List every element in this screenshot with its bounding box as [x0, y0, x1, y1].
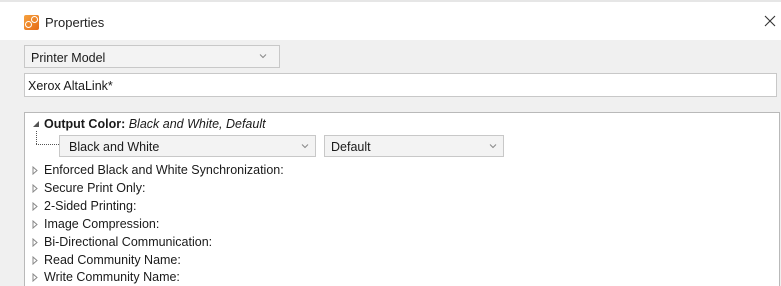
chevron-down-icon	[259, 54, 267, 59]
collapsed-triangle-icon	[32, 238, 38, 247]
tree-item-label: Image Compression:	[44, 217, 160, 231]
output-color-mode-dropdown[interactable]: Default	[324, 135, 504, 157]
tree-connector-branch	[36, 144, 59, 145]
chevron-down-icon	[301, 144, 309, 149]
tree-connector	[36, 131, 37, 144]
properties-window: Properties Printer Model Xerox AltaLink*…	[0, 0, 781, 286]
properties-icon	[24, 15, 39, 30]
model-name-field[interactable]: Xerox AltaLink*	[24, 73, 777, 97]
tree-item-label: Write Community Name:	[44, 270, 180, 284]
printer-model-dropdown-value: Printer Model	[31, 51, 106, 65]
collapsed-triangle-icon	[32, 184, 38, 193]
tree-item-label: 2-Sided Printing:	[44, 199, 137, 213]
tree-item-label: Bi-Directional Communication:	[44, 235, 213, 249]
chevron-down-icon	[489, 144, 497, 149]
close-button[interactable]	[760, 11, 780, 31]
window-title: Properties	[45, 15, 105, 30]
collapsed-triangle-icon	[32, 220, 38, 229]
collapsed-triangle-icon	[32, 256, 38, 265]
collapsed-triangle-icon	[32, 202, 38, 211]
collapsed-triangle-icon	[32, 273, 38, 282]
tree-item-label: Enforced Black and White Synchronization…	[44, 163, 284, 177]
output-color-dropdown-value: Black and White	[69, 140, 160, 154]
output-color-label: Output Color: Black and White, Default	[44, 117, 266, 131]
expanded-triangle-icon[interactable]	[32, 120, 40, 128]
output-color-current: Black and White, Default	[128, 117, 266, 131]
output-color-mode-value: Default	[331, 140, 371, 154]
tree-item-label: Read Community Name:	[44, 253, 181, 267]
printer-model-dropdown[interactable]: Printer Model	[24, 45, 280, 68]
output-color-title: Output Color:	[44, 117, 126, 131]
model-name-value: Xerox AltaLink*	[28, 79, 113, 93]
collapsed-triangle-icon	[32, 166, 38, 175]
title-bar: Properties	[0, 2, 781, 40]
output-color-dropdown[interactable]: Black and White	[59, 135, 316, 157]
tree-item-label: Secure Print Only:	[44, 181, 146, 195]
close-icon	[764, 15, 776, 27]
